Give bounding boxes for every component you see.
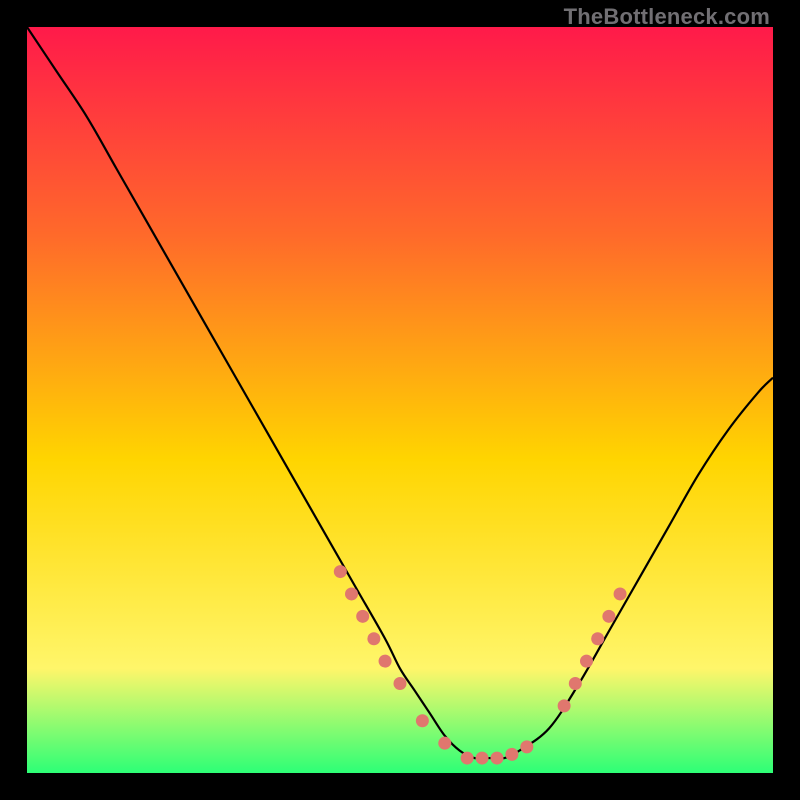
highlight-dot — [614, 587, 627, 600]
highlight-dot — [416, 714, 429, 727]
highlight-dot — [476, 752, 489, 765]
highlight-dot — [520, 740, 533, 753]
gradient-background — [27, 27, 773, 773]
highlight-dot — [438, 737, 451, 750]
highlight-dot — [580, 655, 593, 668]
bottleneck-plot — [27, 27, 773, 773]
chart-frame — [27, 27, 773, 773]
highlight-dot — [490, 752, 503, 765]
highlight-dot — [461, 752, 474, 765]
highlight-dot — [356, 610, 369, 623]
highlight-dot — [334, 565, 347, 578]
watermark-text: TheBottleneck.com — [564, 4, 770, 30]
highlight-dot — [394, 677, 407, 690]
highlight-dot — [569, 677, 582, 690]
highlight-dot — [505, 748, 518, 761]
highlight-dot — [602, 610, 615, 623]
highlight-dot — [367, 632, 380, 645]
highlight-dot — [379, 655, 392, 668]
highlight-dot — [345, 587, 358, 600]
highlight-dot — [558, 699, 571, 712]
highlight-dot — [591, 632, 604, 645]
